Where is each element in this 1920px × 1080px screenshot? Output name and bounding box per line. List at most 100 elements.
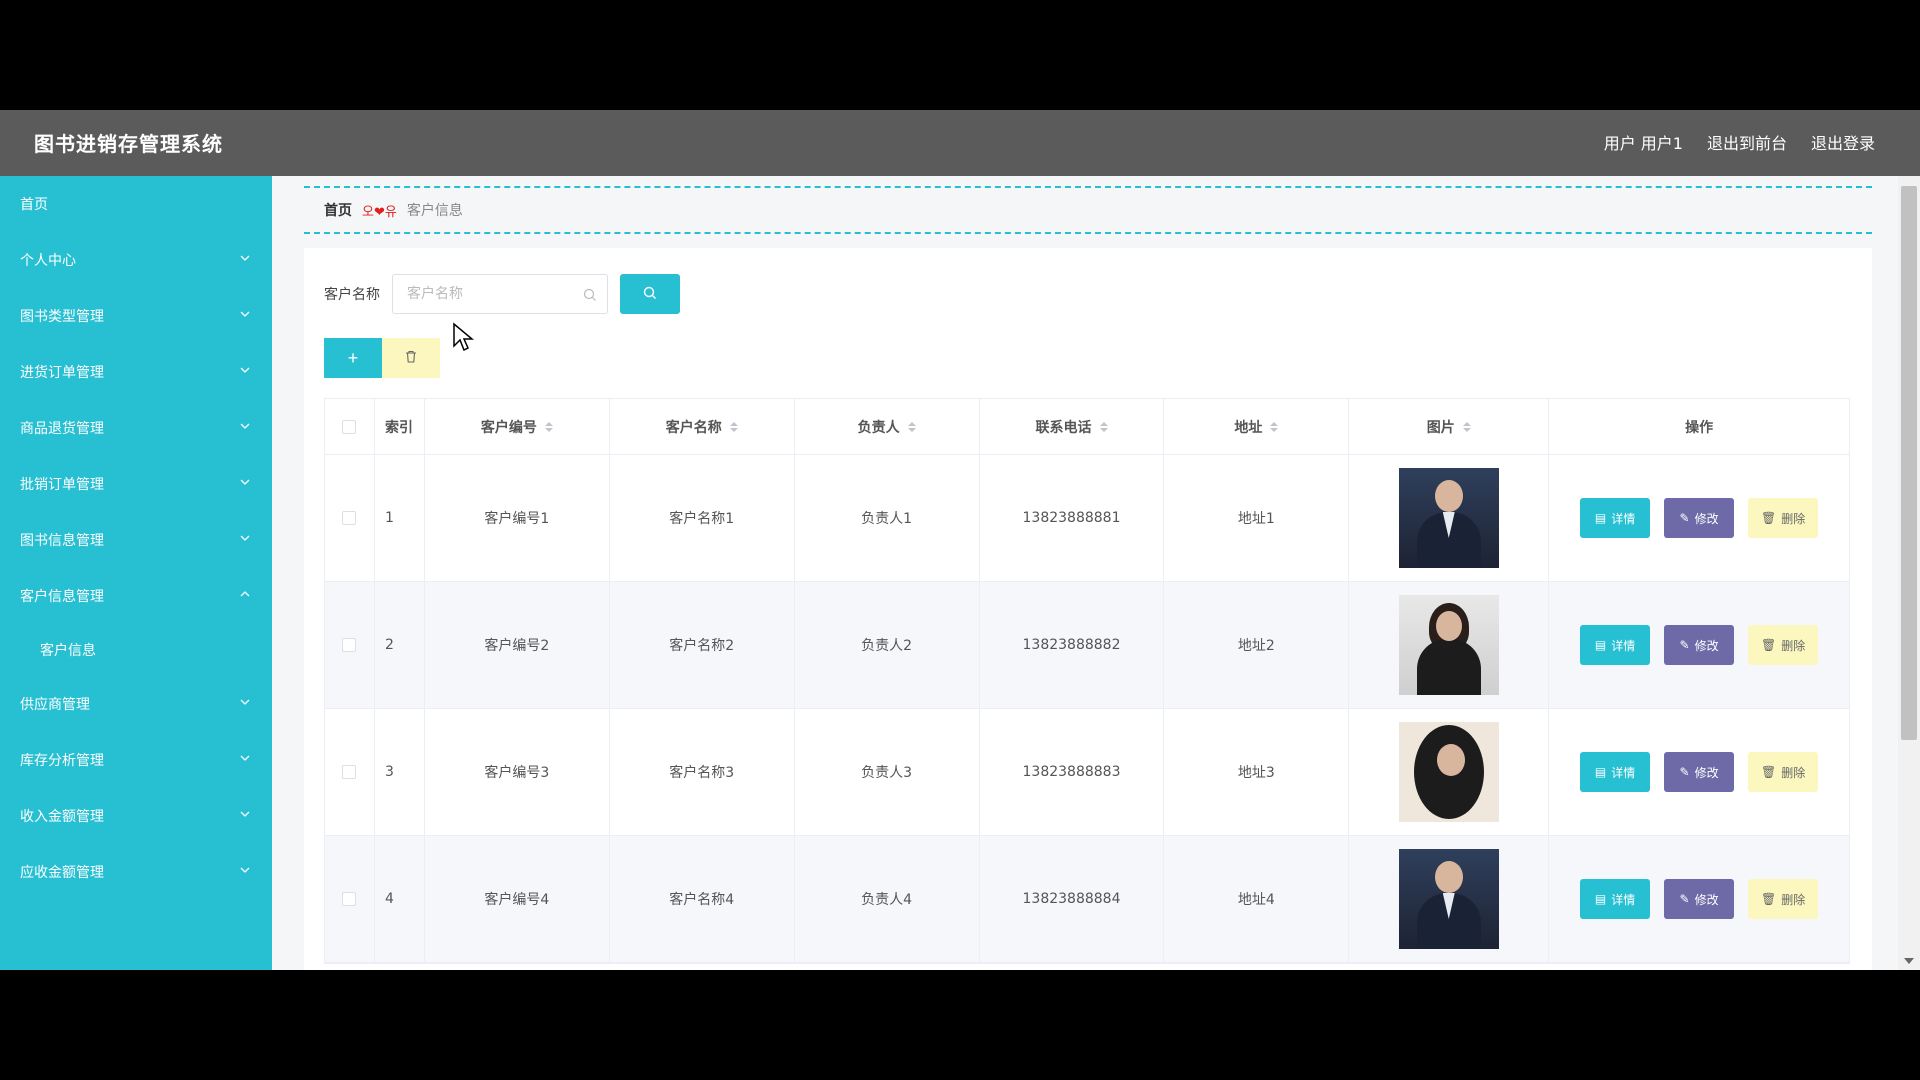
sidebar-item-inventory[interactable]: 库存分析管理: [0, 732, 272, 788]
batch-delete-button[interactable]: [382, 338, 440, 378]
delete-label: 删除: [1781, 511, 1806, 526]
header-cell-phone[interactable]: 联系电话: [980, 399, 1165, 454]
delete-button[interactable]: 🗑 删除: [1748, 752, 1819, 792]
add-button[interactable]: +: [324, 338, 382, 378]
delete-button[interactable]: 🗑 删除: [1748, 879, 1819, 919]
select-all-checkbox[interactable]: [342, 419, 357, 434]
edit-button[interactable]: ✎ 修改: [1664, 625, 1735, 665]
row-address: 地址1: [1164, 455, 1350, 581]
sidebar-item-home[interactable]: 首页: [0, 176, 272, 232]
customer-photo[interactable]: [1398, 849, 1499, 949]
detail-label: 详情: [1611, 638, 1636, 653]
header-cell-ops: 操作: [1549, 399, 1849, 454]
delete-button[interactable]: 🗑 删除: [1748, 625, 1819, 665]
detail-button[interactable]: ▤ 详情: [1580, 498, 1651, 538]
delete-button[interactable]: 🗑 删除: [1748, 498, 1819, 538]
detail-label: 详情: [1611, 511, 1636, 526]
sort-icon[interactable]: [907, 421, 916, 432]
row-checkbox[interactable]: [342, 892, 357, 906]
chevron-down-icon: [240, 532, 250, 542]
sort-icon[interactable]: [1462, 421, 1471, 432]
sidebar-item-personal[interactable]: 个人中心: [0, 232, 272, 288]
scroll-down-arrow-icon[interactable]: [1904, 958, 1914, 964]
customer-name-search-input[interactable]: [393, 275, 607, 313]
header-cell-name[interactable]: 客户名称: [610, 399, 795, 454]
breadcrumb-separator: 오❤유: [362, 204, 397, 220]
header-label: 客户编号: [480, 419, 537, 436]
header-label: 客户名称: [665, 419, 722, 436]
chevron-down-icon: [240, 808, 250, 818]
sidebar-item-customers[interactable]: 客户信息管理: [0, 568, 272, 624]
logout-link[interactable]: 退出登录: [1811, 130, 1875, 154]
edit-label: 修改: [1694, 765, 1719, 780]
header-label: 图片: [1426, 419, 1455, 436]
search-button[interactable]: [620, 274, 680, 314]
row-index: 1: [375, 455, 425, 581]
sidebar-item-label: 个人中心: [20, 253, 76, 269]
sidebar-item-income[interactable]: 收入金额管理: [0, 788, 272, 844]
page-scrollbar[interactable]: [1898, 176, 1920, 970]
document-icon: ▤: [1594, 638, 1607, 652]
detail-label: 详情: [1611, 765, 1636, 780]
search-input-wrapper: [392, 274, 608, 314]
sidebar-item-returns[interactable]: 商品退货管理: [0, 400, 272, 456]
edit-button[interactable]: ✎ 修改: [1664, 879, 1735, 919]
scrollbar-thumb[interactable]: [1901, 186, 1917, 740]
row-checkbox[interactable]: [342, 511, 357, 525]
detail-button[interactable]: ▤ 详情: [1580, 752, 1651, 792]
header-cell-photo[interactable]: 图片: [1349, 399, 1550, 454]
row-address: 地址3: [1164, 709, 1350, 835]
row-select-cell: [325, 709, 375, 835]
to-front-link[interactable]: 退出到前台: [1707, 130, 1787, 154]
customer-photo[interactable]: [1398, 595, 1499, 695]
pencil-icon: ✎: [1679, 765, 1690, 779]
detail-button[interactable]: ▤ 详情: [1580, 625, 1651, 665]
edit-button[interactable]: ✎ 修改: [1664, 752, 1735, 792]
sidebar-item-suppliers[interactable]: 供应商管理: [0, 676, 272, 732]
sidebar-item-book-types[interactable]: 图书类型管理: [0, 288, 272, 344]
sidebar-item-label: 图书类型管理: [20, 309, 104, 325]
table-row: 3 客户编号3 客户名称3 负责人3 13823888883 地址3 ▤ 详情 ✎…: [325, 709, 1849, 836]
row-ops: ▤ 详情 ✎ 修改 🗑 删除: [1549, 455, 1849, 581]
row-checkbox[interactable]: [342, 765, 357, 779]
header-cell-owner[interactable]: 负责人: [795, 399, 980, 454]
row-owner: 负责人4: [795, 836, 980, 962]
breadcrumb-home[interactable]: 首页: [324, 200, 352, 220]
mouse-cursor-icon: [453, 322, 474, 352]
sort-icon[interactable]: [729, 421, 738, 432]
edit-button[interactable]: ✎ 修改: [1664, 498, 1735, 538]
header-cell-address[interactable]: 地址: [1164, 399, 1350, 454]
row-index: 4: [375, 836, 425, 962]
row-index: 3: [375, 709, 425, 835]
sidebar: 首页 个人中心 图书类型管理 进货订单管理 商品退货管理 批销订单管理 图书信息…: [0, 176, 272, 970]
header-label: 地址: [1234, 419, 1263, 436]
row-checkbox[interactable]: [342, 638, 357, 652]
sidebar-item-wholesale[interactable]: 批销订单管理: [0, 456, 272, 512]
row-name: 客户名称1: [610, 455, 795, 581]
sort-icon[interactable]: [1099, 421, 1108, 432]
pencil-icon: ✎: [1679, 511, 1690, 525]
sidebar-item-receivables[interactable]: 应收金额管理: [0, 844, 272, 900]
row-code: 客户编号2: [425, 582, 610, 708]
sidebar-item-books[interactable]: 图书信息管理: [0, 512, 272, 568]
sort-icon[interactable]: [544, 421, 553, 432]
sidebar-item-label: 库存分析管理: [20, 753, 104, 769]
header-cell-code[interactable]: 客户编号: [425, 399, 610, 454]
customer-photo[interactable]: [1398, 468, 1499, 568]
row-select-cell: [325, 455, 375, 581]
row-owner: 负责人1: [795, 455, 980, 581]
document-icon: ▤: [1594, 892, 1607, 906]
chevron-down-icon: [240, 696, 250, 706]
sidebar-subitem-customer-info[interactable]: 客户信息: [0, 624, 272, 676]
chevron-down-icon: [240, 252, 250, 262]
row-owner: 负责人3: [795, 709, 980, 835]
header-label: 联系电话: [1035, 419, 1092, 436]
pencil-icon: ✎: [1679, 638, 1690, 652]
sort-icon[interactable]: [1270, 421, 1279, 432]
customer-table: 索引 客户编号 客户名称 负责人 联系电话 地址 图片 操作 1 客户编号1 客…: [324, 398, 1850, 964]
detail-button[interactable]: ▤ 详情: [1580, 879, 1651, 919]
row-code: 客户编号1: [425, 455, 610, 581]
sidebar-item-purchase-orders[interactable]: 进货订单管理: [0, 344, 272, 400]
customer-photo[interactable]: [1398, 722, 1499, 822]
sidebar-subitem-label: 客户信息: [40, 643, 96, 659]
